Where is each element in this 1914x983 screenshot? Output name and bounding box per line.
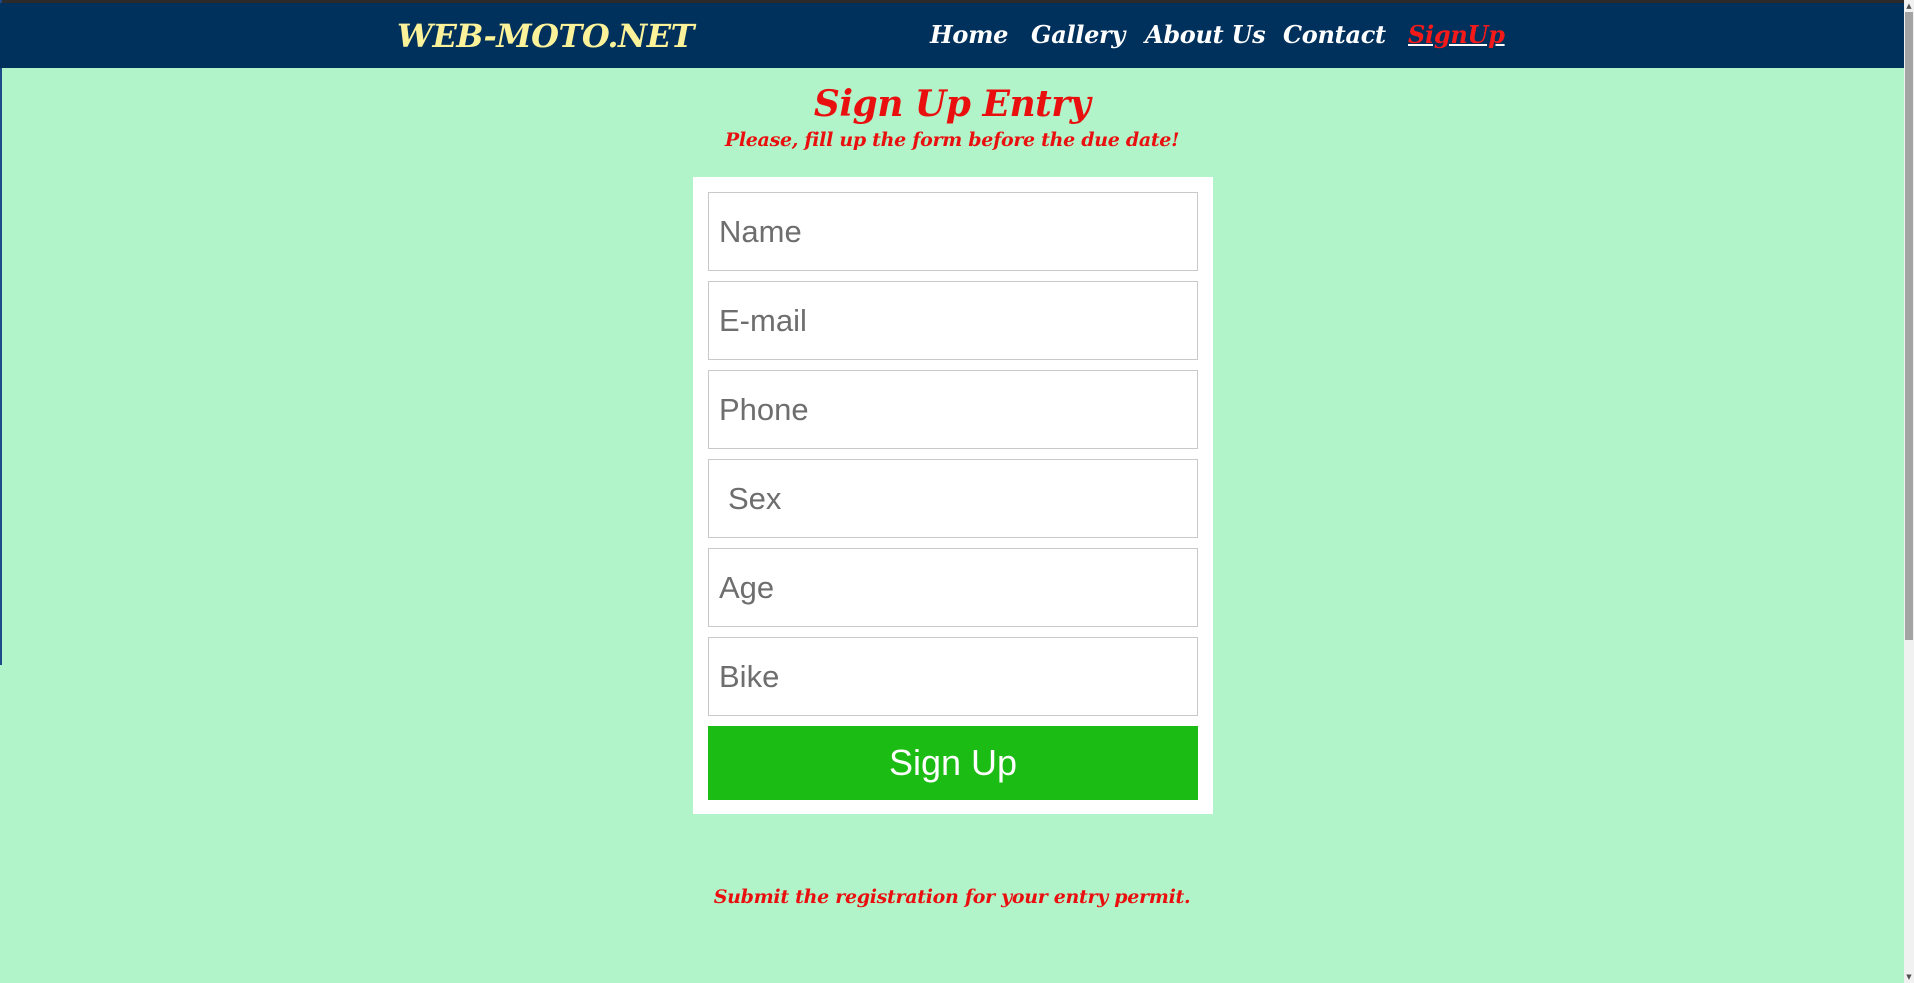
name-input[interactable]: [708, 192, 1198, 271]
scroll-down-arrow-icon[interactable]: ▼: [1904, 971, 1914, 983]
email-input[interactable]: [708, 281, 1198, 360]
nav-link-contact[interactable]: Contact: [1283, 20, 1386, 49]
nav-link-gallery[interactable]: Gallery: [1031, 20, 1125, 49]
sex-input[interactable]: [708, 459, 1198, 538]
signup-form: Sign Up: [693, 177, 1213, 814]
vertical-scrollbar[interactable]: ▲ ▼: [1904, 0, 1914, 983]
signup-button[interactable]: Sign Up: [708, 726, 1198, 800]
page-subtitle: Please, fill up the form before the due …: [724, 129, 1180, 151]
nav-link-about-us[interactable]: About Us: [1145, 20, 1266, 49]
phone-input[interactable]: [708, 370, 1198, 449]
footer-note: Submit the registration for your entry p…: [713, 886, 1191, 908]
age-input[interactable]: [708, 548, 1198, 627]
bike-input[interactable]: [708, 637, 1198, 716]
scrollbar-thumb[interactable]: [1905, 12, 1913, 640]
scroll-up-arrow-icon[interactable]: ▲: [1904, 0, 1914, 12]
nav-link-signup[interactable]: SignUp: [1408, 20, 1505, 49]
page-title: Sign Up Entry: [813, 83, 1091, 125]
site-logo[interactable]: WEB-MOTO.NET: [397, 17, 694, 55]
navbar: WEB-MOTO.NET Home Gallery About Us Conta…: [0, 3, 1904, 68]
nav-link-home[interactable]: Home: [930, 20, 1008, 49]
